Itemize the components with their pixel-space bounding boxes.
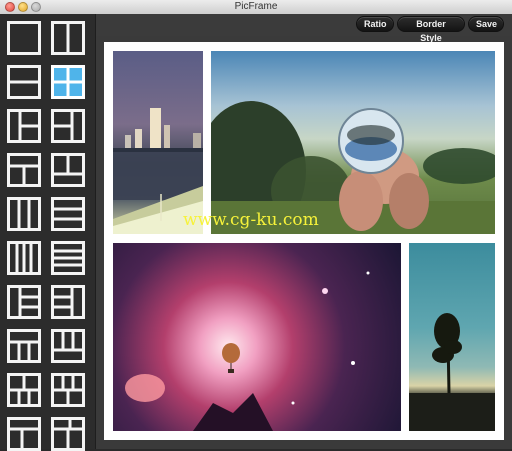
layout-template-13-icon bbox=[18, 288, 38, 316]
layout-template-sidebar bbox=[0, 14, 96, 451]
layout-template-18[interactable] bbox=[51, 373, 85, 407]
title-bar: PicFrame bbox=[0, 0, 512, 15]
layout-template-20-icon bbox=[54, 420, 82, 448]
photo-glass-marble[interactable] bbox=[211, 51, 495, 234]
toolbar: Ratio Border Style Save bbox=[95, 14, 512, 43]
photo-city-skyline[interactable] bbox=[113, 51, 203, 234]
layout-template-6[interactable] bbox=[51, 109, 85, 143]
layout-template-12-icon bbox=[54, 249, 82, 267]
layout-template-16-icon bbox=[54, 332, 82, 352]
layout-template-10[interactable] bbox=[51, 197, 85, 231]
layout-template-7-icon bbox=[10, 164, 38, 184]
layout-template-11-icon bbox=[15, 244, 33, 272]
layout-template-19-icon bbox=[10, 427, 38, 448]
layout-template-14[interactable] bbox=[51, 285, 85, 319]
layout-template-9[interactable] bbox=[7, 197, 41, 231]
layout-template-11[interactable] bbox=[7, 241, 41, 275]
border-style-button[interactable]: Border Style bbox=[397, 16, 465, 43]
layout-template-5-icon bbox=[18, 112, 38, 140]
layout-template-8-icon bbox=[54, 156, 82, 176]
layout-template-3[interactable] bbox=[7, 65, 41, 99]
layout-template-1-icon bbox=[10, 24, 38, 52]
layout-template-4-selected[interactable] bbox=[51, 65, 85, 99]
ratio-button[interactable]: Ratio bbox=[356, 16, 394, 32]
layout-template-1[interactable] bbox=[7, 21, 41, 55]
layout-template-15-icon bbox=[10, 340, 38, 360]
layout-template-5[interactable] bbox=[7, 109, 41, 143]
city-skyline-image bbox=[113, 108, 203, 234]
save-button[interactable]: Save bbox=[468, 16, 504, 32]
layout-template-10-icon bbox=[54, 207, 82, 221]
layout-template-8[interactable] bbox=[51, 153, 85, 187]
layout-template-13[interactable] bbox=[7, 285, 41, 319]
window-title: PicFrame bbox=[234, 1, 278, 12]
app-window: PicFrame Ratio Border Style Save www.cg-… bbox=[0, 0, 512, 451]
layout-template-2[interactable] bbox=[51, 21, 85, 55]
watermark-text: www.cg-ku.com bbox=[183, 210, 319, 230]
layout-template-14-icon bbox=[54, 288, 74, 316]
collage-canvas: www.cg-ku.com bbox=[104, 42, 504, 440]
layout-template-4-icon bbox=[54, 68, 82, 96]
layout-template-18-icon bbox=[54, 376, 82, 404]
pink-nebula-image bbox=[125, 271, 370, 431]
layout-template-17[interactable] bbox=[7, 373, 41, 407]
glass-marble-image bbox=[211, 101, 495, 234]
layout-template-20[interactable] bbox=[51, 417, 85, 451]
layout-template-16[interactable] bbox=[51, 329, 85, 363]
layout-template-9-icon bbox=[17, 200, 31, 228]
layout-template-19[interactable] bbox=[7, 417, 41, 451]
layout-template-7[interactable] bbox=[7, 153, 41, 187]
photo-pink-nebula[interactable] bbox=[113, 243, 401, 431]
layout-template-2-icon bbox=[66, 24, 70, 52]
layout-template-3-icon bbox=[10, 80, 38, 84]
layout-template-15[interactable] bbox=[7, 329, 41, 363]
layout-template-6-icon bbox=[54, 112, 74, 140]
layout-template-17-icon bbox=[10, 376, 38, 404]
layout-template-12[interactable] bbox=[51, 241, 85, 275]
lone-tree-image bbox=[409, 313, 495, 431]
photo-lone-tree[interactable] bbox=[409, 243, 495, 431]
